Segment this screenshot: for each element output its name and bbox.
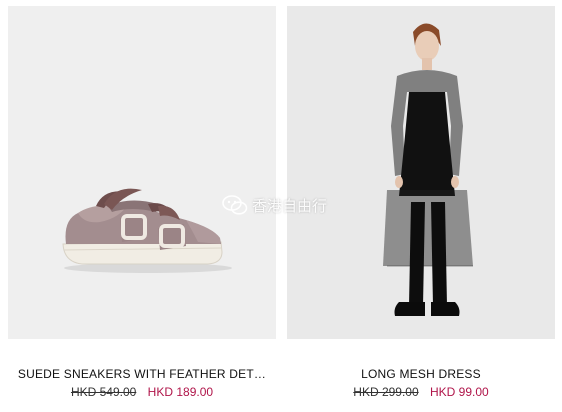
product-image-dress[interactable] [287,6,555,339]
original-price: HKD 299.00 [353,385,419,399]
sneaker-illustration [62,188,232,273]
product-image-sneakers[interactable] [8,6,276,339]
sale-price: HKD 189.00 [147,385,214,399]
price-row: HKD 299.00 HKD 99.00 [287,385,555,399]
price-row: HKD 549.00 HKD 189.00 [8,385,276,399]
product-caption-dress: LONG MESH DRESS HKD 299.00 HKD 99.00 [287,366,555,399]
product-caption-sneakers: SUEDE SNEAKERS WITH FEATHER DET… HKD 549… [8,366,276,399]
sale-price: HKD 99.00 [430,385,489,399]
product-title[interactable]: LONG MESH DRESS [287,366,555,382]
product-title[interactable]: SUEDE SNEAKERS WITH FEATHER DET… [8,366,276,382]
model-dress-illustration [383,23,473,316]
product-grid: SUEDE SNEAKERS WITH FEATHER DET… HKD 549… [0,0,562,412]
original-price: HKD 549.00 [70,385,137,399]
